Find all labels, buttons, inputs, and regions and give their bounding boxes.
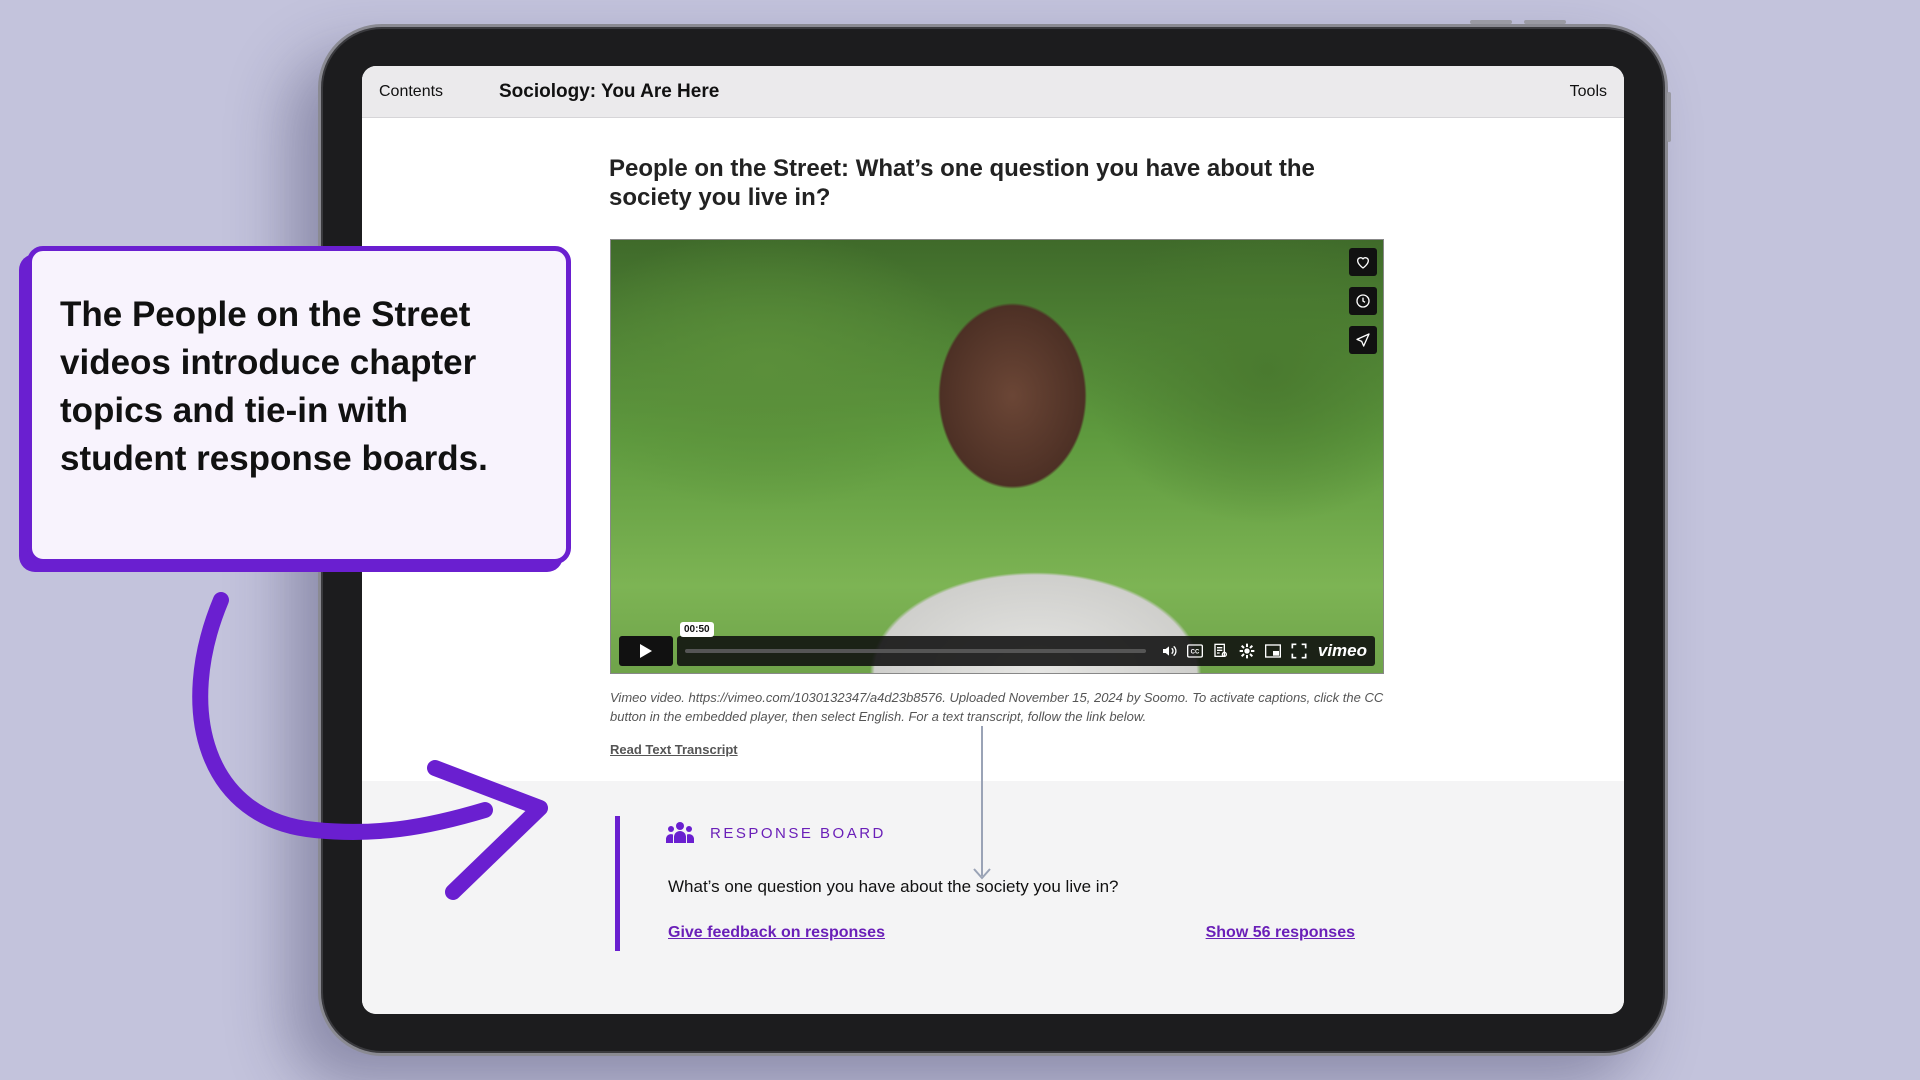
transcript-icon xyxy=(1214,643,1227,657)
curved-arrow-icon xyxy=(192,592,548,900)
pointer-line xyxy=(981,726,983,876)
response-board-question: What’s one question you have about the s… xyxy=(668,877,1119,896)
contents-button[interactable]: Contents xyxy=(379,83,443,101)
settings-button[interactable] xyxy=(1239,643,1255,659)
transcript-button[interactable] xyxy=(1213,643,1229,659)
volume-button[interactable] xyxy=(1161,643,1177,659)
show-responses-link[interactable]: Show 56 responses xyxy=(1206,924,1355,942)
svg-text:CC: CC xyxy=(1191,650,1200,656)
video-caption: Vimeo video. https://vimeo.com/103013234… xyxy=(610,690,1384,724)
play-button[interactable] xyxy=(619,636,673,666)
tablet-top-button-2 xyxy=(1524,20,1566,24)
cc-button[interactable]: CC xyxy=(1186,644,1203,658)
tablet-top-button-1 xyxy=(1470,20,1512,24)
fullscreen-icon xyxy=(1291,643,1307,659)
video-controls: 00:50 CC vimeo xyxy=(619,622,1375,666)
like-button[interactable] xyxy=(1349,248,1377,276)
gear-icon xyxy=(1239,643,1255,659)
people-icon xyxy=(666,822,694,843)
tools-button[interactable]: Tools xyxy=(1570,83,1607,101)
give-feedback-link[interactable]: Give feedback on responses xyxy=(668,924,885,942)
progress-bar[interactable]: 00:50 xyxy=(680,622,1146,653)
play-icon xyxy=(640,644,652,658)
callout-box: The People on the Street videos introduc… xyxy=(27,246,571,564)
response-board-accent-bar xyxy=(615,816,620,951)
vimeo-logo[interactable]: vimeo xyxy=(1318,641,1367,661)
pip-button[interactable] xyxy=(1264,644,1281,658)
control-bar: 00:50 CC vimeo xyxy=(677,622,1375,666)
cc-icon: CC xyxy=(1186,644,1203,658)
pip-icon xyxy=(1264,644,1281,658)
heart-icon xyxy=(1356,257,1370,269)
tablet-side-button xyxy=(1667,92,1671,142)
send-icon xyxy=(1356,333,1370,347)
watch-later-button[interactable] xyxy=(1349,287,1377,315)
pointer-arrowhead xyxy=(973,868,991,880)
video-player[interactable]: 00:50 CC vimeo xyxy=(610,239,1384,674)
top-bar: Contents Sociology: You Are Here Tools xyxy=(362,66,1624,118)
page-heading: People on the Street: What’s one questio… xyxy=(609,155,1315,211)
read-transcript-link[interactable]: Read Text Transcript xyxy=(610,742,738,757)
volume-icon xyxy=(1162,645,1177,657)
callout-text: The People on the Street videos introduc… xyxy=(60,295,488,478)
clock-icon xyxy=(1356,294,1370,308)
book-title: Sociology: You Are Here xyxy=(499,81,720,102)
share-button[interactable] xyxy=(1349,326,1377,354)
fullscreen-button[interactable] xyxy=(1291,643,1307,659)
time-badge: 00:50 xyxy=(680,622,714,637)
response-board-label: RESPONSE BOARD xyxy=(710,825,886,842)
